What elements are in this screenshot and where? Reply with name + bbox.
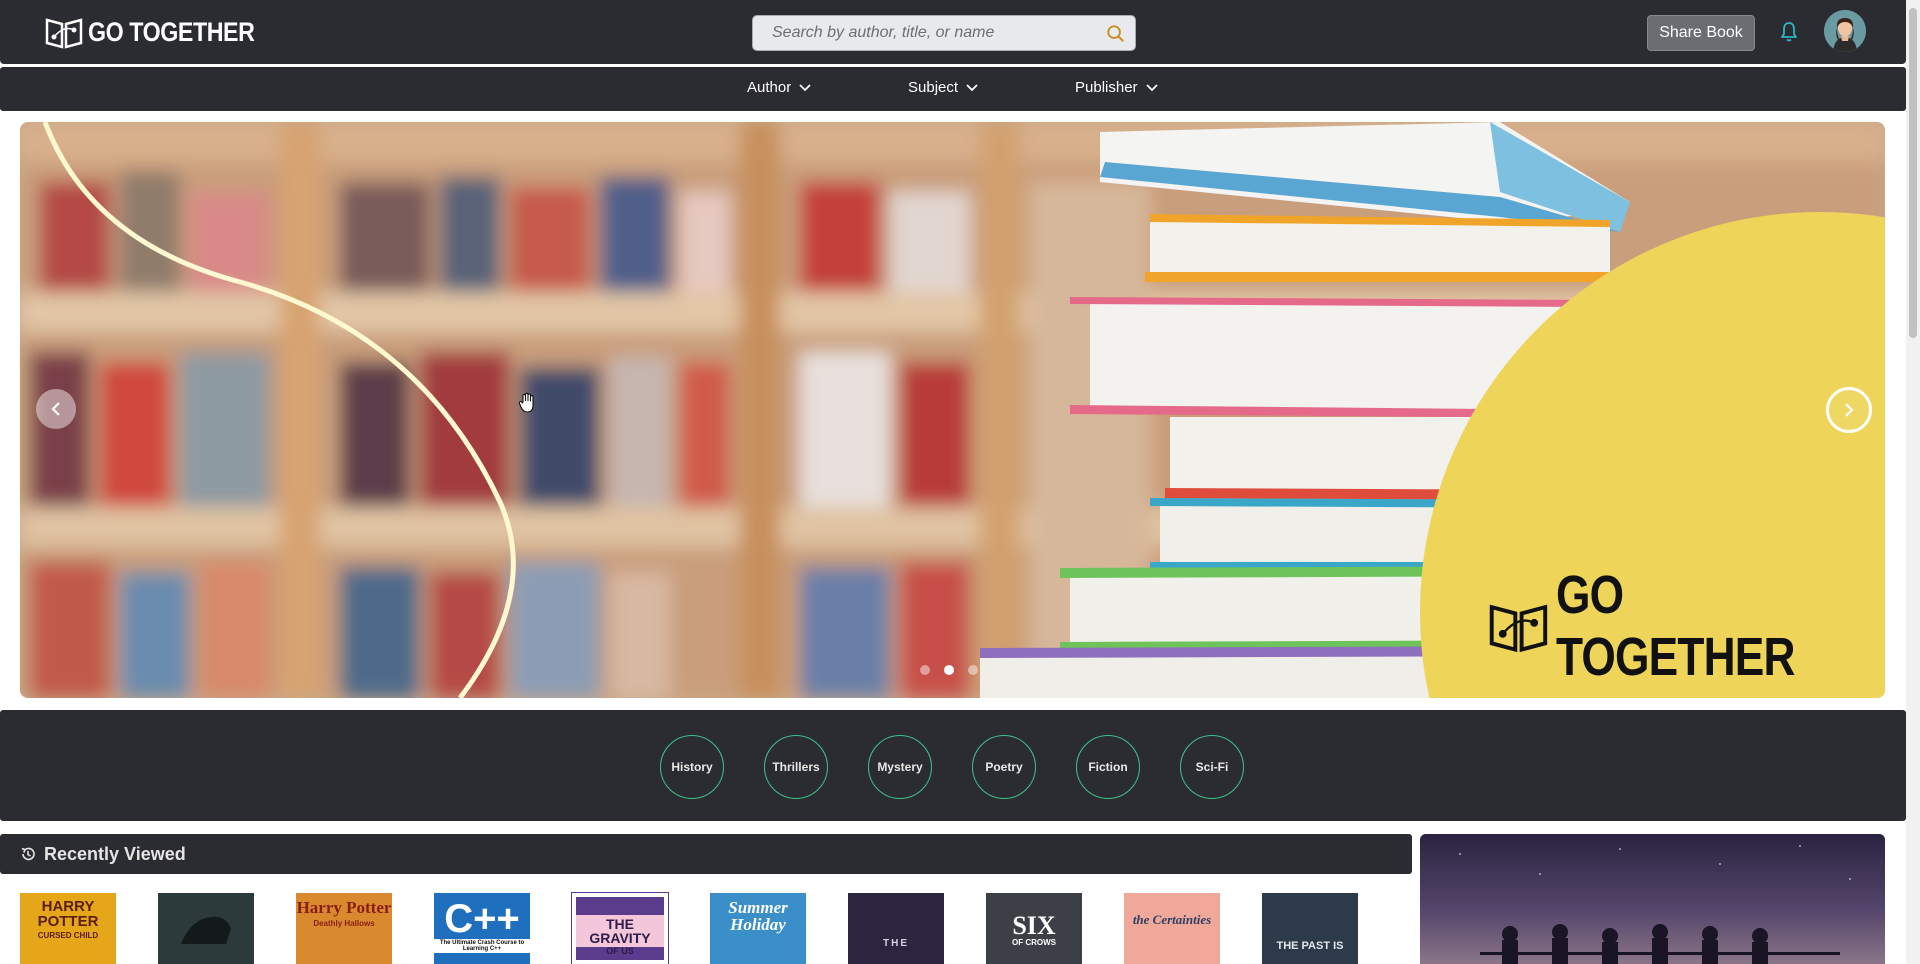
page-scrollbar[interactable] [1906,0,1920,964]
search-bar [752,15,1136,51]
history-icon [21,847,35,861]
chevron-right-icon [1845,403,1854,417]
book-cover[interactable]: Summer Holiday [710,893,806,964]
chevron-left-icon [51,402,60,416]
hero-brand: GO TOGETHER [1487,564,1885,688]
genre-mystery-button[interactable]: Mystery [868,735,932,799]
book-cover[interactable]: C++ The Ultimate Crash Course to Learnin… [434,893,530,964]
recently-viewed-title: Recently Viewed [44,843,186,864]
chevron-down-icon [966,84,978,92]
avatar-image [1824,10,1866,52]
book-logo-icon [1489,604,1548,653]
user-avatar[interactable] [1824,10,1866,52]
book-cover[interactable]: the Certainties [1124,893,1220,964]
book-cover[interactable]: THE PAST IS [1262,893,1358,964]
brand-logo[interactable]: GO TOGETHER [44,15,282,49]
book-logo-icon [45,18,83,49]
genre-scifi-button[interactable]: Sci-Fi [1180,735,1244,799]
nav-publisher-dropdown[interactable]: Publisher [1075,79,1158,96]
genre-bar: History Thrillers Mystery Poetry Fiction… [0,710,1906,821]
carousel-dot[interactable] [968,665,978,675]
book-cover[interactable]: Harry Potter Deathly Hallows [296,893,392,964]
book-cover[interactable]: HARRY POTTER CURSED CHILD [20,893,116,964]
chevron-down-icon [1145,84,1158,92]
search-input[interactable] [753,16,1095,50]
promo-image [1420,834,1885,964]
recently-viewed-list: HARRY POTTER CURSED CHILD Harry Potter D… [20,892,1400,964]
nav-subject-dropdown[interactable]: Subject [908,79,978,96]
notification-bell-icon[interactable] [1777,20,1801,44]
scrollbar-thumb[interactable] [1909,8,1917,338]
nav-publisher-label: Publisher [1075,79,1138,96]
recently-viewed-header: Recently Viewed [0,834,1412,874]
book-cover[interactable]: SIX OF CROWS [986,893,1082,964]
genre-thrillers-button[interactable]: Thrillers [764,735,828,799]
book-cover[interactable] [158,893,254,964]
carousel-dot[interactable] [920,665,930,675]
nav-author-dropdown[interactable]: Author [747,79,811,96]
carousel-next-button[interactable] [1826,387,1872,433]
book-cover[interactable]: THE GRAVITY OF US [571,892,669,964]
share-book-button[interactable]: Share Book [1647,15,1755,51]
brand-name: GO TOGETHER [88,16,255,47]
featured-promo-card[interactable] [1420,834,1885,964]
chevron-down-icon [799,84,811,92]
carousel-dot-active[interactable] [944,665,954,675]
hero-carousel[interactable]: GO TOGETHER [20,122,1885,698]
category-navbar: Author Subject Publisher [0,67,1906,111]
nav-author-label: Author [747,79,792,96]
book-cover[interactable]: THE [848,893,944,964]
genre-poetry-button[interactable]: Poetry [972,735,1036,799]
search-button[interactable] [1095,16,1135,50]
carousel-indicators [920,665,978,675]
genre-fiction-button[interactable]: Fiction [1076,735,1140,799]
hero-brand-name: GO TOGETHER [1555,565,1795,687]
top-header: GO TOGETHER Share Book [0,0,1906,64]
genre-history-button[interactable]: History [660,735,724,799]
search-icon [1107,25,1124,42]
carousel-prev-button[interactable] [36,389,76,429]
nav-subject-label: Subject [908,79,959,96]
hand-cursor-icon [518,392,534,413]
